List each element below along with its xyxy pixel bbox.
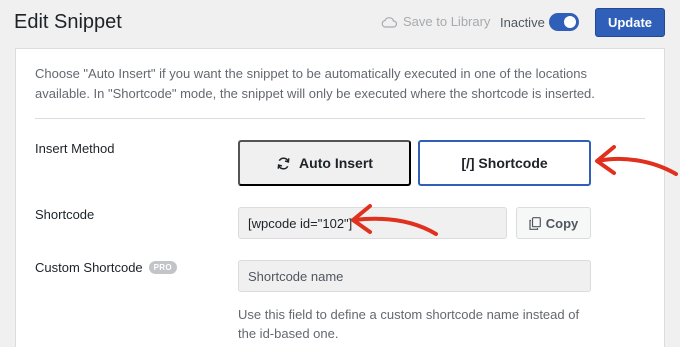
custom-shortcode-label: Custom Shortcode PRO (35, 260, 177, 275)
status-label: Inactive (500, 15, 545, 30)
shortcode-value-field[interactable]: [wpcode id="102"] (238, 207, 507, 239)
copy-icon (529, 216, 541, 230)
insert-method-help-text: Choose "Auto Insert" if you want the sni… (35, 66, 595, 101)
save-to-library-label: Save to Library (403, 14, 491, 29)
copy-shortcode-button[interactable]: Copy (516, 207, 591, 239)
shortcode-label-text: Shortcode (35, 207, 95, 222)
save-to-library-button[interactable]: Save to Library (381, 14, 490, 29)
custom-shortcode-input[interactable] (238, 260, 591, 292)
divider (35, 118, 645, 119)
shortcode-value: [wpcode id="102"] (248, 215, 353, 231)
update-button[interactable]: Update (595, 8, 665, 37)
snippet-settings-panel: Choose "Auto Insert" if you want the sni… (15, 48, 665, 347)
insert-method-label-text: Insert Method (35, 141, 115, 156)
shortcode-method-button[interactable]: [/] Shortcode (418, 140, 591, 186)
insert-method-label: Insert Method (35, 141, 115, 156)
custom-shortcode-help: Use this field to define a custom shortc… (238, 307, 580, 341)
cloud-icon (381, 16, 397, 28)
shortcode-method-label: [/] Shortcode (461, 155, 548, 171)
page-title: Edit Snippet (14, 11, 122, 33)
pro-badge: PRO (148, 261, 177, 274)
auto-insert-button[interactable]: Auto Insert (238, 140, 411, 186)
top-bar: Edit Snippet Save to Library Inactive Up… (0, 0, 680, 48)
custom-shortcode-label-text: Custom Shortcode (35, 260, 143, 275)
active-toggle[interactable] (549, 13, 579, 31)
auto-insert-label: Auto Insert (299, 155, 373, 171)
refresh-icon (277, 156, 290, 170)
toggle-knob (564, 16, 576, 28)
shortcode-label: Shortcode (35, 207, 94, 222)
copy-label: Copy (545, 215, 579, 231)
